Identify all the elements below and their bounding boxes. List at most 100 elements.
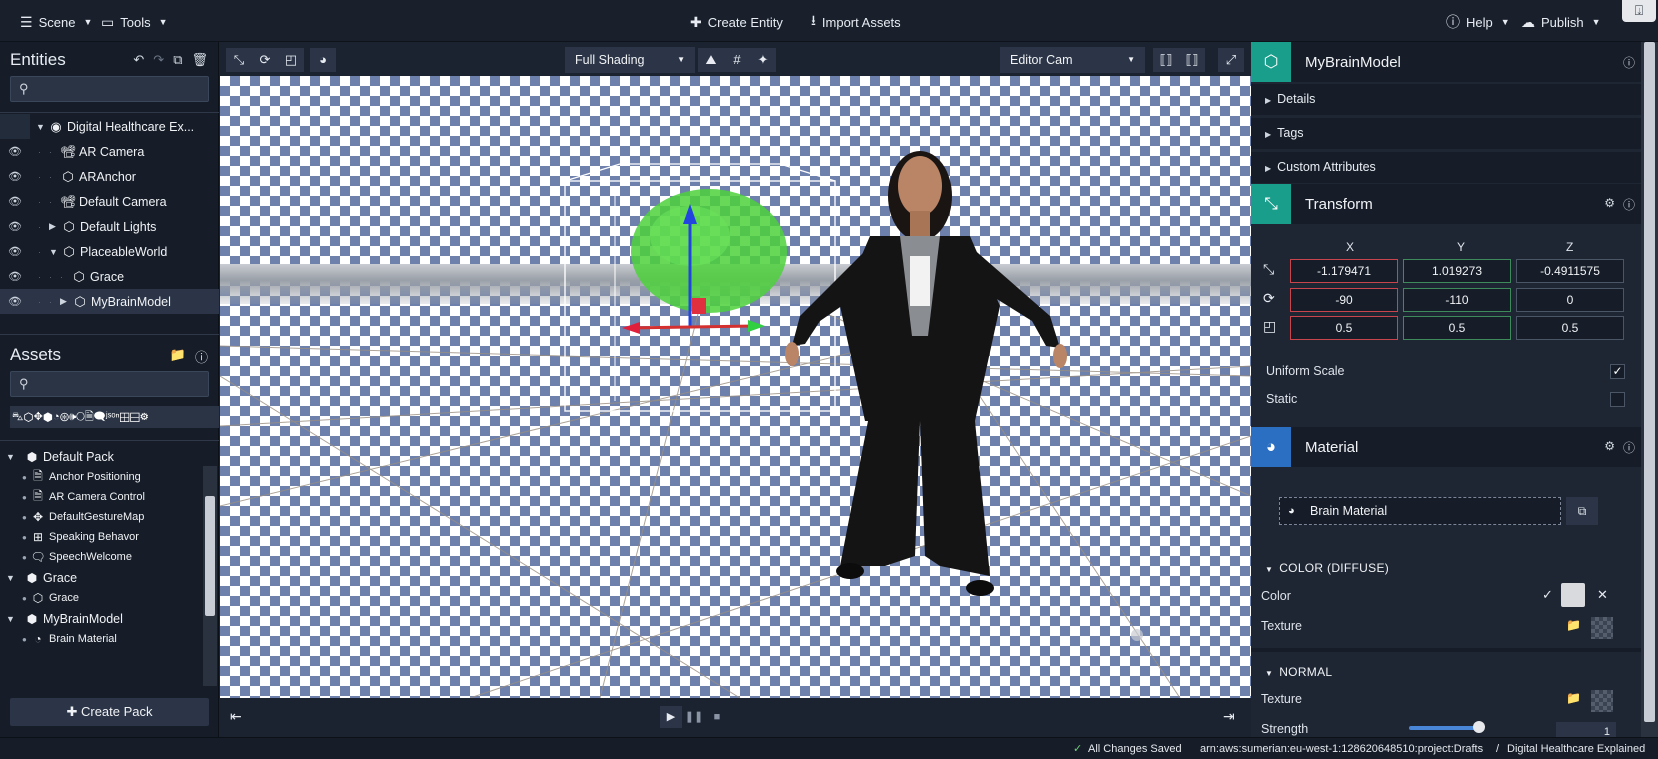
stop-button[interactable]: ■ — [706, 706, 728, 728]
asset-item[interactable]: ● 🗨 SpeechWelcome — [0, 547, 200, 567]
scale-tool-button[interactable]: ◰ — [278, 48, 304, 72]
scale-x-field[interactable]: 0.5 — [1290, 316, 1398, 340]
assets-scrollbar[interactable] — [203, 466, 217, 686]
brain-model[interactable] — [564, 163, 836, 412]
chevron-down-icon[interactable]: ▼ — [49, 247, 61, 257]
rotation-x-field[interactable]: -90 — [1290, 288, 1398, 312]
eye-icon[interactable]: 👁 — [0, 195, 30, 208]
camera-select[interactable]: Editor Cam ▼ — [1000, 47, 1145, 73]
chevron-down-icon[interactable]: ▼ — [36, 122, 48, 132]
effects-button[interactable]: ✦ — [750, 48, 776, 72]
tree-row-ar-camera[interactable]: 👁 ·· 📽 AR Camera — [0, 139, 219, 164]
folder-icon[interactable]: 📁 — [1566, 691, 1581, 705]
texture-slot[interactable] — [1591, 617, 1613, 639]
frame-selection-button[interactable]: ⟦⟧ — [1153, 48, 1179, 72]
frame-all-button[interactable]: ⟦⟧ — [1179, 48, 1205, 72]
eye-icon[interactable]: 👁 — [0, 220, 30, 233]
duplicate-icon[interactable]: ⧉ — [173, 52, 182, 68]
asset-filter-icons[interactable]: ⛍⬡✥⬢◔⊛🕪🞅🗎🗨ʲˢᵒⁿ⊞⊟⚙ — [10, 406, 219, 428]
folder-icon[interactable]: 📁 — [1566, 618, 1581, 632]
entity-name[interactable]: MyBrainModel — [1305, 54, 1401, 71]
play-button[interactable]: ▶ — [660, 706, 682, 728]
help-icon[interactable]: ⓘ — [1623, 54, 1635, 71]
translation-z-field[interactable]: -0.4911575 — [1516, 259, 1624, 283]
scale-y-field[interactable]: 0.5 — [1403, 316, 1511, 340]
chevron-right-icon[interactable]: ▶ — [49, 221, 61, 232]
scrollbar-thumb[interactable] — [1644, 42, 1655, 722]
eye-icon[interactable]: 👁 — [0, 295, 30, 308]
redo-icon[interactable]: ↷ — [153, 52, 164, 68]
asset-pack-default[interactable]: ▼ ⬢ Default Pack — [0, 446, 200, 467]
entities-search-input[interactable]: ⚲ — [10, 76, 209, 102]
help-menu[interactable]: ⓘ Help ▼ — [1446, 12, 1510, 32]
tree-row-scene[interactable]: ▼ ◉ Digital Healthcare Ex... — [0, 114, 219, 139]
collapse-left-icon[interactable]: ⇤ — [230, 708, 242, 725]
tools-menu[interactable]: ▭ Tools ▼ — [101, 12, 168, 32]
chevron-right-icon[interactable]: ▶ — [60, 296, 72, 307]
color-diffuse-section[interactable]: ▼ COLOR (DIFFUSE) — [1251, 561, 1641, 575]
strength-slider-handle[interactable] — [1473, 721, 1485, 733]
environment-button[interactable]: ⛰ — [698, 48, 724, 72]
tree-row-default-camera[interactable]: 👁 ·· 📽 Default Camera — [0, 189, 219, 214]
collapse-right-icon[interactable]: ⇥ — [1223, 708, 1235, 725]
eye-icon[interactable]: 👁 — [0, 270, 30, 283]
translation-y-field[interactable]: 1.019273 — [1403, 259, 1511, 283]
uniform-scale-checkbox[interactable]: ✓ — [1610, 364, 1625, 379]
close-icon[interactable]: ✕ — [1597, 587, 1608, 603]
scene-menu[interactable]: ☰ Scene ▼ — [20, 12, 92, 32]
tree-row-aranchor[interactable]: 👁 ·· ⬡ ARAnchor — [0, 164, 219, 189]
create-pack-button[interactable]: ✚ Create Pack — [10, 698, 209, 726]
asset-pack-grace[interactable]: ▼ ⬢ Grace — [0, 567, 200, 588]
tree-row-mybrainmodel[interactable]: 👁 ·· ▶ ⬡ MyBrainModel — [0, 289, 219, 314]
tree-row-placeableworld[interactable]: 👁 · ▼ ⬡ PlaceableWorld — [0, 239, 219, 264]
gear-icon[interactable]: ⚙ — [1604, 439, 1615, 456]
fullscreen-button[interactable]: ⤢ — [1218, 48, 1244, 72]
gear-icon[interactable]: ⚙ — [1604, 196, 1615, 213]
asset-item[interactable]: ● ⬡ Grace — [0, 588, 200, 608]
folder-icon[interactable]: 📁 — [170, 347, 186, 366]
asset-item[interactable]: ● ⊞ Speaking Behavor — [0, 527, 200, 547]
color-swatch[interactable] — [1561, 583, 1585, 607]
chevron-down-icon[interactable]: ▼ — [6, 452, 18, 462]
undo-icon[interactable]: ↶ — [133, 52, 144, 68]
tree-row-default-lights[interactable]: 👁 · ▶ ⬡ Default Lights — [0, 214, 219, 239]
custom-attributes-section[interactable]: ▶ Custom Attributes — [1251, 152, 1641, 183]
help-icon[interactable]: ⓘ — [1623, 196, 1635, 213]
assets-search-input[interactable]: ⚲ — [10, 371, 209, 397]
tags-section[interactable]: ▶ Tags — [1251, 118, 1641, 149]
help-icon[interactable]: ⓘ — [195, 347, 208, 366]
shading-select[interactable]: Full Shading ▼ — [565, 47, 695, 73]
help-icon[interactable]: ⓘ — [1623, 439, 1635, 456]
grid-toggle-button[interactable]: # — [724, 48, 750, 72]
rotate-tool-button[interactable]: ⟳ — [252, 48, 278, 72]
create-entity-button[interactable]: ✚ Create Entity — [690, 12, 783, 32]
inspector-scrollbar[interactable] — [1641, 42, 1658, 737]
material-drop-field[interactable]: ◕ Brain Material — [1279, 497, 1561, 525]
publish-menu[interactable]: ☁ Publish ▼ — [1521, 12, 1601, 32]
asset-item[interactable]: ● 🗎 Anchor Positioning — [0, 467, 200, 487]
grace-avatar[interactable] — [785, 151, 1067, 596]
rotation-z-field[interactable]: 0 — [1516, 288, 1624, 312]
rotation-y-field[interactable]: -110 — [1403, 288, 1511, 312]
transform-header[interactable]: ⤡ Transform ⚙ ⓘ — [1251, 184, 1641, 224]
normal-texture-slot[interactable] — [1591, 690, 1613, 712]
eye-icon[interactable]: 👁 — [0, 170, 30, 183]
scale-z-field[interactable]: 0.5 — [1516, 316, 1624, 340]
clone-material-button[interactable]: ⧉ — [1566, 497, 1598, 525]
chevron-down-icon[interactable]: ▼ — [6, 614, 18, 624]
eye-icon[interactable]: 👁 — [0, 245, 30, 258]
asset-item[interactable]: ● ✥ DefaultGestureMap — [0, 507, 200, 527]
import-assets-button[interactable]: ⭳ Import Assets — [811, 12, 901, 32]
strength-slider[interactable] — [1409, 726, 1479, 730]
world-space-button[interactable]: ◕ — [310, 48, 336, 72]
details-section[interactable]: ▶ Details — [1251, 84, 1641, 115]
tree-row-grace[interactable]: 👁 ··· ⬡ Grace — [0, 264, 219, 289]
check-icon[interactable]: ✓ — [1542, 587, 1553, 603]
translate-tool-button[interactable]: ⤡ — [226, 48, 252, 72]
asset-item[interactable]: ● ◔ Brain Material — [0, 629, 200, 649]
eye-icon[interactable]: 👁 — [0, 145, 30, 158]
chevron-down-icon[interactable]: ▼ — [6, 573, 18, 583]
asset-item[interactable]: ● 🗎 AR Camera Control — [0, 487, 200, 507]
asset-pack-mybrainmodel[interactable]: ▼ ⬢ MyBrainModel — [0, 608, 200, 629]
normal-section[interactable]: ▼ NORMAL — [1251, 665, 1641, 679]
